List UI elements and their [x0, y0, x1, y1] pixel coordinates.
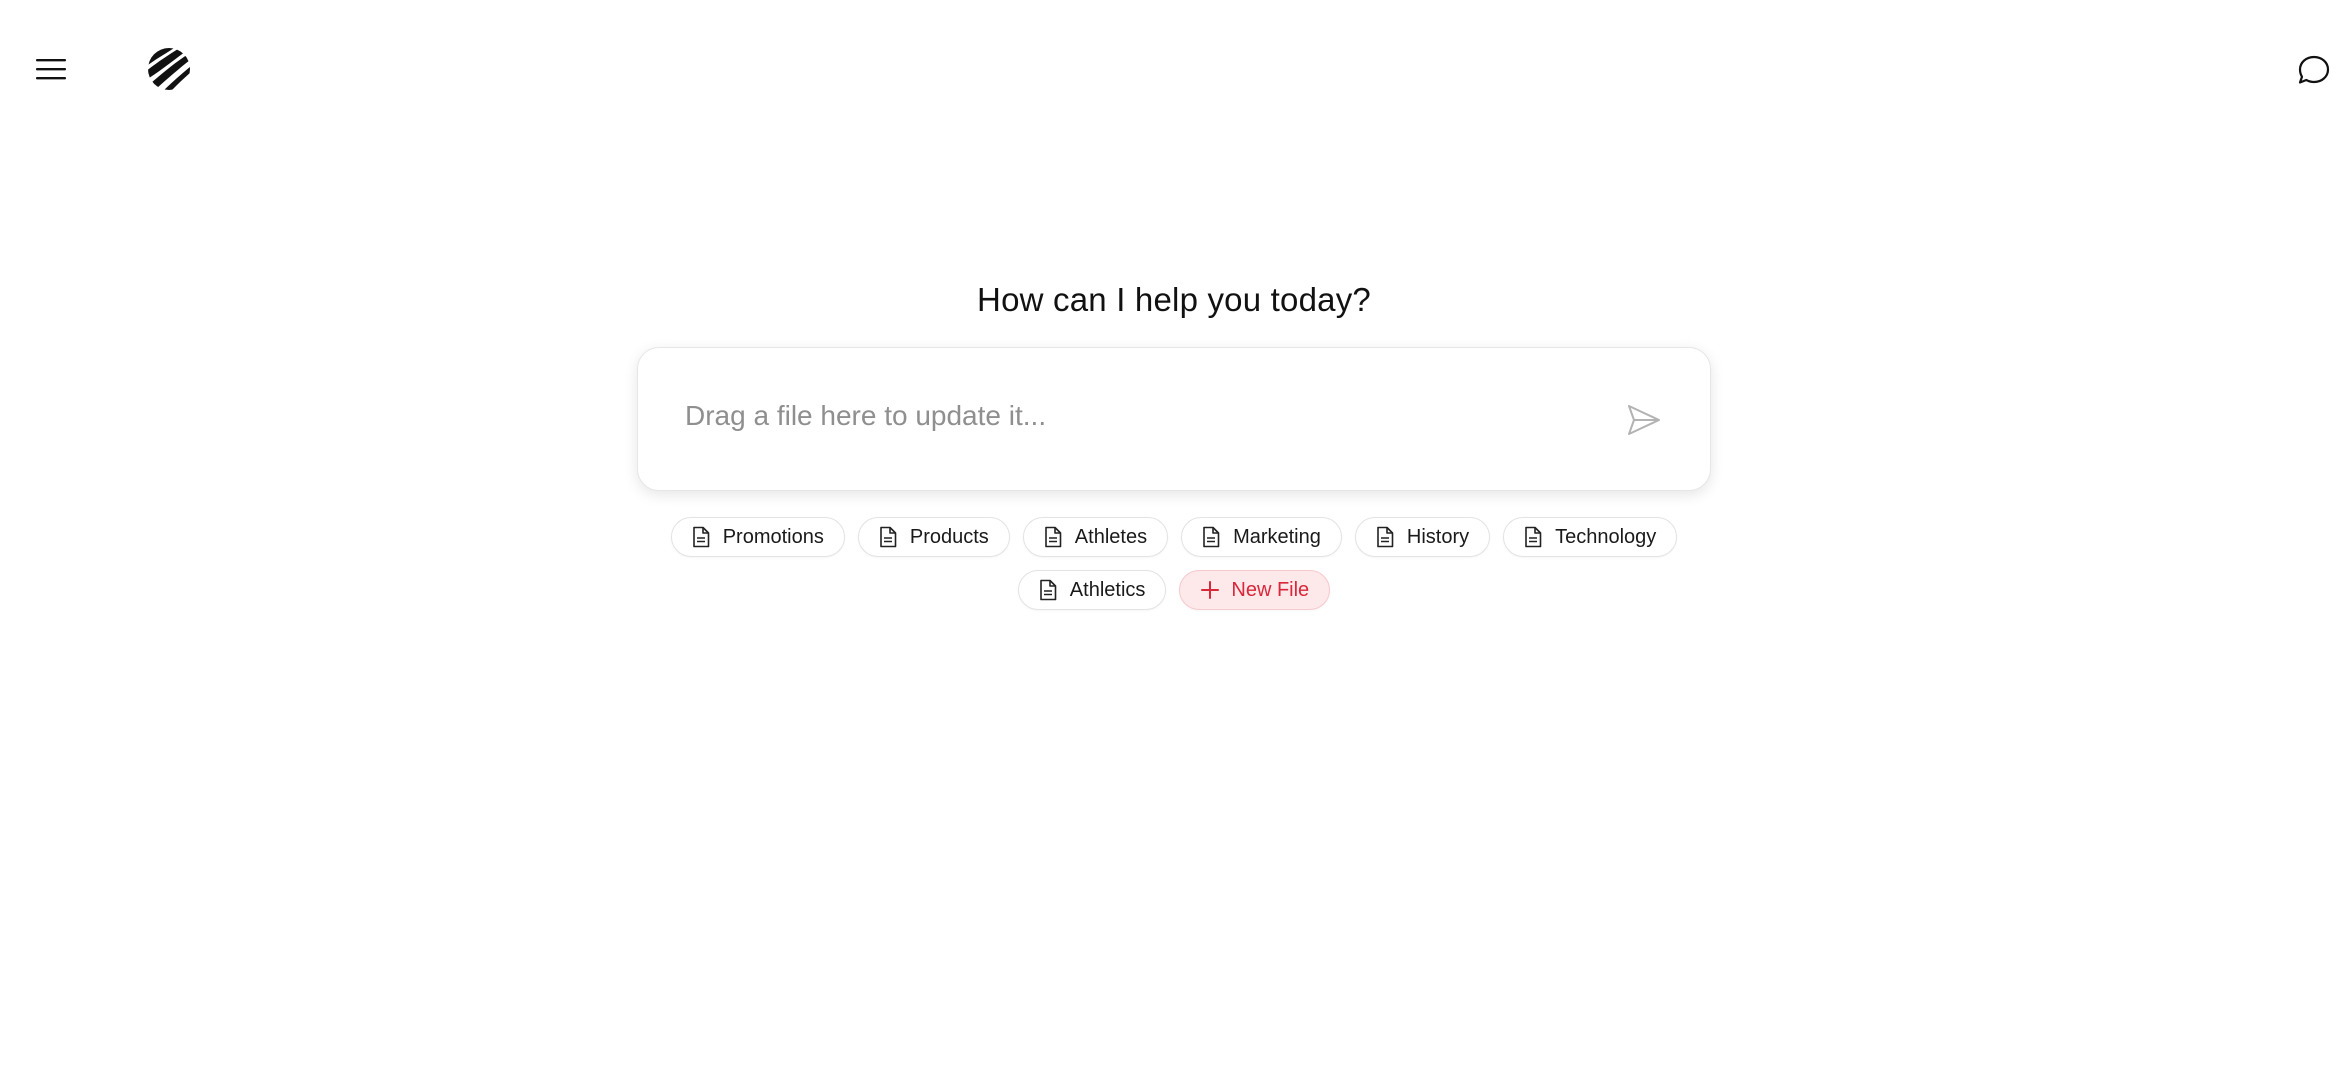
send-icon — [1628, 405, 1660, 435]
prompt-box — [637, 347, 1711, 491]
document-icon — [1039, 579, 1059, 601]
plus-icon — [1200, 579, 1220, 601]
file-chip-label: Products — [909, 525, 989, 548]
document-icon — [1524, 526, 1544, 548]
hamburger-menu-icon — [36, 59, 66, 80]
chat-button[interactable] — [2294, 50, 2334, 90]
document-icon — [692, 526, 712, 548]
file-chip-label: Athletics — [1069, 578, 1146, 601]
new-file-button[interactable]: New File — [1179, 570, 1331, 610]
document-icon — [1044, 526, 1064, 548]
main-content: How can I help you today? Promotions — [0, 275, 2348, 610]
page: How can I help you today? Promotions — [0, 0, 2348, 1068]
file-chip[interactable]: Marketing — [1181, 517, 1342, 557]
top-left-bar — [30, 44, 194, 94]
file-chip-label: Technology — [1555, 525, 1657, 548]
file-chip-label: Athletes — [1074, 525, 1148, 548]
file-chip-label: Marketing — [1233, 525, 1321, 548]
file-chip[interactable]: History — [1354, 517, 1491, 557]
file-chip[interactable]: Products — [857, 517, 1010, 557]
file-chip[interactable]: Athletics — [1017, 570, 1167, 610]
document-icon — [1202, 526, 1222, 548]
document-icon — [879, 526, 899, 548]
file-chip-label: Promotions — [722, 525, 824, 548]
logo[interactable] — [144, 44, 194, 94]
file-chips: Promotions Products Athletes Marketing H… — [637, 517, 1711, 610]
prompt-input[interactable] — [683, 390, 1567, 442]
chat-bubble-icon — [2298, 55, 2330, 84]
file-chip[interactable]: Promotions — [670, 517, 845, 557]
document-icon — [1376, 526, 1396, 548]
menu-button[interactable] — [30, 48, 72, 90]
striped-globe-logo — [148, 48, 190, 90]
file-chip[interactable]: Athletes — [1022, 517, 1169, 557]
file-chip-label: History — [1406, 525, 1470, 548]
new-file-label: New File — [1231, 578, 1310, 601]
send-button[interactable] — [1624, 400, 1664, 440]
page-title: How can I help you today? — [977, 281, 1371, 318]
file-chip[interactable]: Technology — [1503, 517, 1678, 557]
